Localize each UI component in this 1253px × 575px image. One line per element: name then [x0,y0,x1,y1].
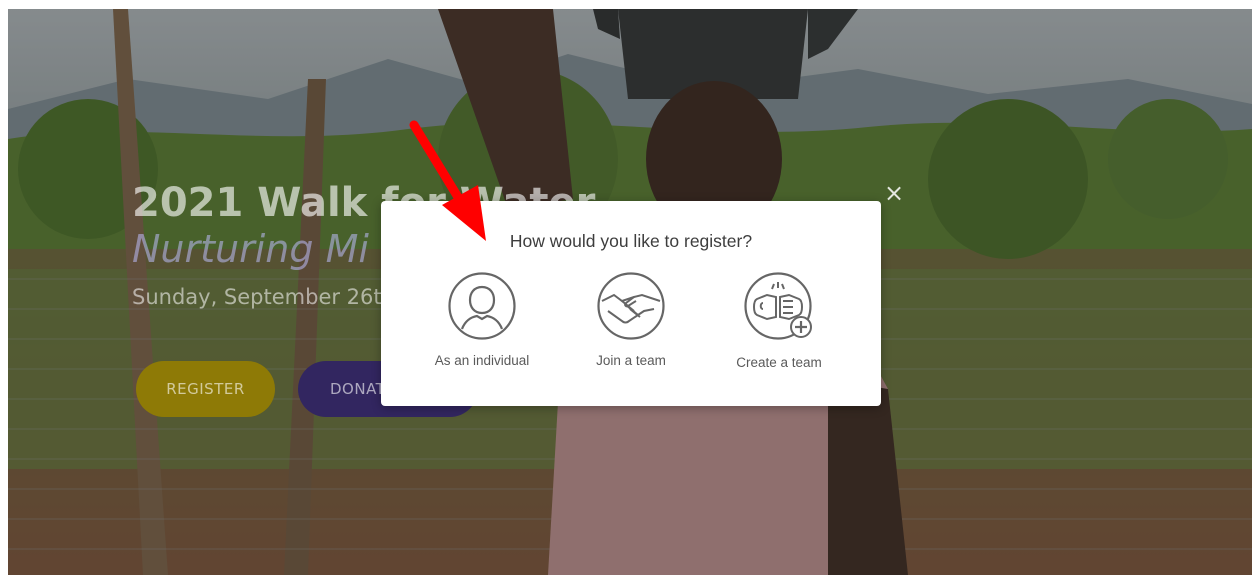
option-individual-label: As an individual [434,353,530,368]
register-button[interactable]: REGISTER [136,361,275,417]
fist-bump-plus-icon [744,272,812,340]
annotation-arrow-icon [409,120,486,241]
option-individual[interactable]: As an individual [417,271,547,368]
option-create-team[interactable]: Create a team [714,271,844,370]
close-modal-icon[interactable]: × [884,181,904,205]
option-join-team[interactable]: Join a team [566,271,696,368]
page-frame: 2021 Walk for Water Nurturing Mi Sunday,… [8,9,1252,575]
person-icon [448,272,516,340]
handshake-icon [597,272,665,340]
option-create-team-label: Create a team [736,355,822,370]
option-join-team-label: Join a team [596,353,666,368]
